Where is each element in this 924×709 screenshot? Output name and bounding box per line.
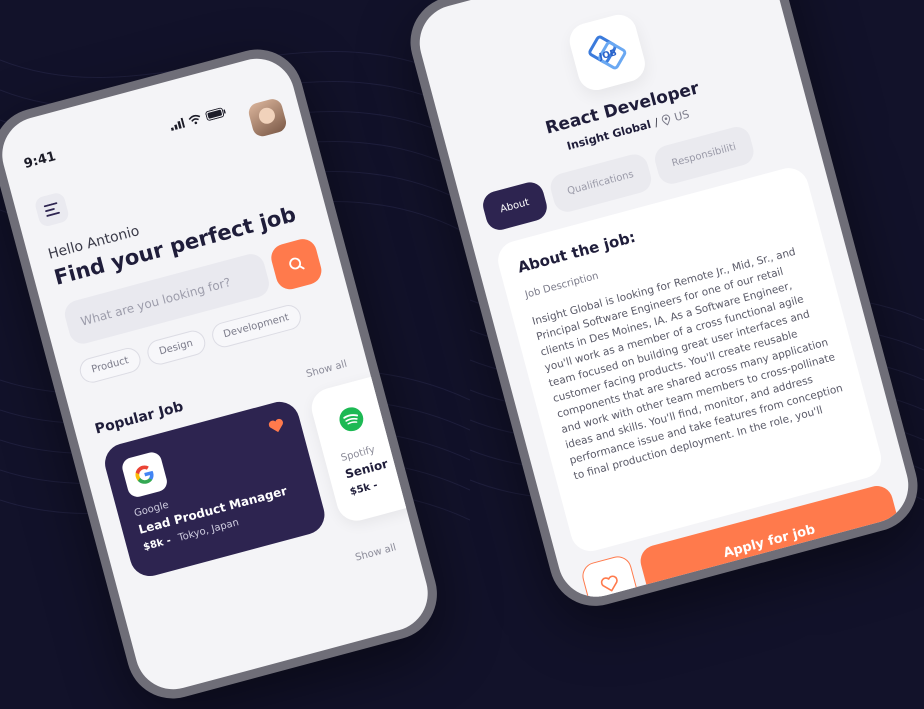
search-button[interactable] — [268, 236, 325, 293]
search-icon — [289, 257, 305, 270]
tab-about[interactable]: About — [479, 179, 550, 233]
job-salary: $8k - — [142, 535, 173, 554]
battery-icon — [205, 107, 226, 121]
company-logo: JOB — [565, 10, 649, 95]
show-all-link[interactable]: Show all — [305, 359, 348, 380]
heart-outline-icon — [600, 575, 618, 592]
favorite-button[interactable] — [579, 553, 641, 606]
google-logo-icon — [120, 450, 170, 500]
status-bar: 9:41 — [22, 90, 277, 172]
status-icons — [169, 106, 227, 131]
signal-icon — [170, 117, 186, 131]
wifi-icon — [188, 114, 201, 124]
separator: / — [652, 115, 660, 130]
job-logo-icon: JOB — [588, 35, 627, 70]
chip-design[interactable]: Design — [144, 328, 208, 368]
job-salary: $5k - — [348, 479, 379, 498]
avatar[interactable] — [246, 96, 289, 139]
spotify-logo-icon — [326, 394, 376, 444]
hamburger-menu-icon — [43, 202, 60, 217]
job-location: US — [672, 107, 691, 125]
svg-text:JOB: JOB — [597, 48, 618, 63]
chip-product[interactable]: Product — [77, 345, 144, 386]
tab-qualifications[interactable]: Qualifications — [547, 151, 655, 215]
about-card: About the job: Job Description Insight G… — [493, 163, 886, 556]
status-time: 9:41 — [22, 149, 58, 172]
heart-icon[interactable] — [267, 417, 286, 435]
menu-button[interactable] — [33, 191, 71, 228]
location-pin-icon — [661, 114, 671, 126]
chip-development[interactable]: Development — [208, 302, 304, 351]
tab-responsibilities[interactable]: Responsibiliti — [651, 123, 757, 187]
